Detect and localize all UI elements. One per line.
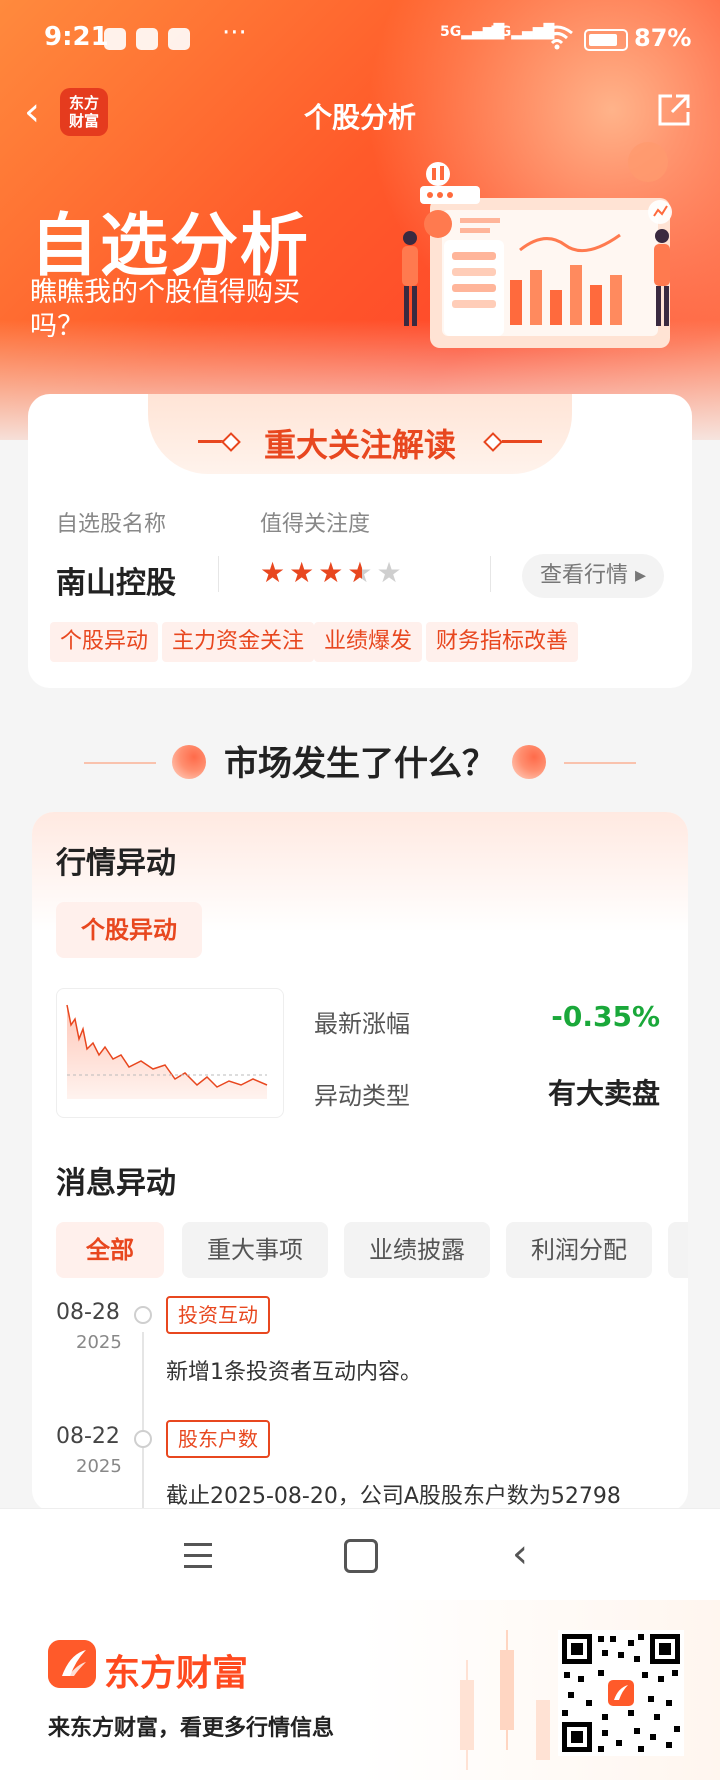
candlestick-decor: [460, 1630, 550, 1770]
news-tab-major[interactable]: 重大事项: [182, 1222, 328, 1278]
news-date: 08-28: [56, 1300, 120, 1325]
divider: [490, 556, 491, 592]
system-nav-bar: ‹: [0, 1508, 720, 1601]
news-year: 2025: [76, 1456, 122, 1477]
news-text[interactable]: 新增1条投资者互动内容。: [166, 1354, 422, 1386]
star-icon: ★: [289, 556, 319, 589]
view-quote-label: 查看行情: [539, 563, 628, 588]
hero-subtitle: 瞧瞧我的个股值得购买吗？: [30, 277, 300, 342]
news-tab-dividend[interactable]: 利润分配: [506, 1222, 652, 1278]
star-icon: ★: [260, 556, 290, 589]
footer-slogan: 来东方财富，看更多行情信息: [48, 1716, 335, 1741]
timeline-dot-icon: [134, 1306, 152, 1324]
focus-card-title: 重大关注解读: [263, 426, 456, 464]
brand-logo-icon: [48, 1640, 96, 1688]
page-title: 个股分析: [303, 101, 416, 134]
footer-brand: 东方财富: [104, 1653, 249, 1694]
share-icon[interactable]: [654, 90, 694, 130]
tag-main-capital[interactable]: 主力资金关注: [162, 622, 315, 662]
stock-name-label: 自选股名称: [56, 512, 167, 537]
news-text[interactable]: 截止2025-08-20，公司A股股东户数为52798: [166, 1478, 621, 1510]
status-time: 9:21: [44, 22, 109, 52]
battery-percent: 87%: [634, 24, 692, 52]
half-star-icon: ★: [347, 556, 376, 589]
timeline-dot-icon: [134, 1430, 152, 1448]
anomaly-type-label: 异动类型: [314, 1082, 410, 1110]
chevron-right-icon: ▸: [634, 563, 647, 588]
section-title: 市场发生了什么？: [224, 744, 496, 784]
news-tag: 投资互动: [166, 1296, 270, 1334]
intraday-sparkline: [56, 988, 284, 1118]
news-tab-more[interactable]: [668, 1222, 688, 1278]
home-icon[interactable]: [344, 1539, 378, 1573]
news-tab-earnings[interactable]: 业绩披露: [344, 1222, 490, 1278]
latest-change-value: -0.35%: [551, 1000, 660, 1033]
status-bar: 9:21 ··· 5G▂▄▆█ 5G▂▄▆█ 87%: [0, 0, 720, 80]
view-quote-button[interactable]: 查看行情 ▸: [522, 554, 664, 598]
focus-card: 重大关注解读 自选股名称 值得关注度 南山控股 ★★★★★ 查看行情 ▸ 个股异…: [28, 394, 692, 688]
attention-label: 值得关注度: [260, 512, 371, 537]
tag-earnings-surge[interactable]: 业绩爆发: [314, 622, 423, 662]
news-year: 2025: [76, 1332, 122, 1353]
divider: [502, 440, 542, 443]
tab-stock-anomaly[interactable]: 个股异动: [56, 902, 202, 958]
analysis-illustration: [402, 142, 672, 348]
attention-rating: ★★★★ ★: [260, 556, 406, 589]
more-notifications-icon: ···: [222, 18, 247, 48]
divider: [564, 762, 636, 764]
market-card: 行情异动 个股异动 最新涨幅 -0.35% 异动类型 有大卖盘 消息异动 全部 …: [32, 812, 688, 1512]
wifi-icon: [541, 25, 573, 50]
news-anomaly-heading: 消息异动: [56, 1166, 176, 1201]
timeline-line: [142, 1332, 144, 1512]
notification-icon: [104, 28, 126, 50]
news-tab-all[interactable]: 全部: [56, 1222, 164, 1278]
latest-change-label: 最新涨幅: [314, 1010, 410, 1038]
recent-apps-icon[interactable]: [184, 1543, 212, 1576]
top-nav: ‹ 东方 财富 个股分析: [0, 80, 720, 148]
tag-financial-improve[interactable]: 财务指标改善: [426, 622, 579, 662]
back-icon[interactable]: ‹: [512, 1531, 528, 1577]
anomaly-type-value: 有大卖盘: [547, 1077, 660, 1110]
footer-promo: 东方财富 来东方财富，看更多行情信息: [0, 1600, 720, 1780]
divider: [218, 556, 219, 592]
notification-icon: [136, 28, 158, 50]
notification-icon: [168, 28, 190, 50]
stock-name: 南山控股: [56, 566, 176, 601]
hero-title: 自选分析: [30, 207, 311, 286]
star-icon: ★: [376, 556, 406, 589]
quote-anomaly-heading: 行情异动: [56, 846, 176, 881]
star-icon: ★: [318, 556, 348, 589]
qr-code[interactable]: [558, 1630, 684, 1756]
battery-icon: [584, 29, 628, 51]
news-tag: 股东户数: [166, 1420, 270, 1458]
decor-ball-icon: [512, 745, 546, 779]
tag-stock-anomaly[interactable]: 个股异动: [50, 622, 159, 662]
news-date: 08-22: [56, 1424, 120, 1449]
